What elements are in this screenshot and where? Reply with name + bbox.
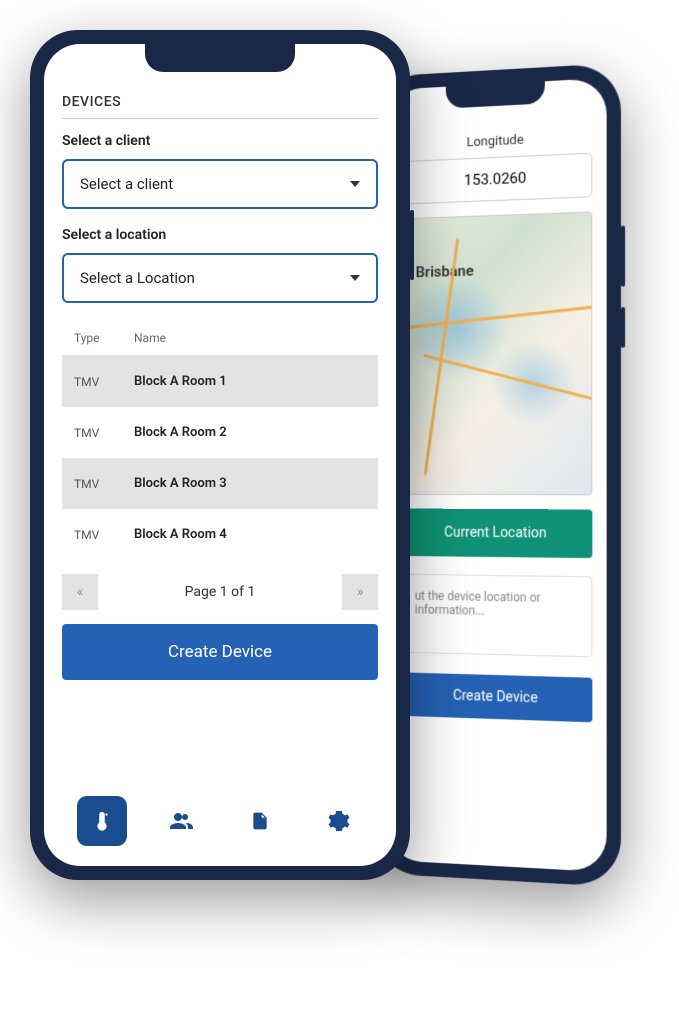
nav-documents[interactable] <box>235 796 285 846</box>
document-icon <box>250 809 270 833</box>
notes-textarea[interactable]: ut the device location or information... <box>400 574 592 658</box>
cell-name: Block A Room 2 <box>134 425 366 440</box>
bottom-nav <box>62 786 378 866</box>
longitude-label: Longitude <box>400 129 592 153</box>
table-row[interactable]: TMV Block A Room 3 <box>62 458 378 509</box>
page-title: DEVICES <box>62 94 378 119</box>
location-select-value: Select a Location <box>80 269 195 287</box>
page-indicator: Page 1 of 1 <box>185 584 256 600</box>
table-row[interactable]: TMV Block A Room 1 <box>62 356 378 407</box>
thermometer-icon <box>91 810 113 832</box>
client-select[interactable]: Select a client <box>62 159 378 209</box>
phone-secondary: Longitude 153.0260 Brisbane Current Loca… <box>373 63 621 887</box>
chevron-down-icon <box>350 181 360 187</box>
cell-type: TMV <box>74 477 134 491</box>
cell-name: Block A Room 4 <box>134 527 366 542</box>
client-label: Select a client <box>62 133 378 149</box>
phone-primary: DEVICES Select a client Select a client … <box>30 30 410 880</box>
location-select[interactable]: Select a Location <box>62 253 378 303</box>
phone-notch <box>145 44 295 72</box>
nav-devices[interactable] <box>77 796 127 846</box>
table-row[interactable]: TMV Block A Room 4 <box>62 509 378 560</box>
create-device-button-back[interactable]: Create Device <box>400 672 592 722</box>
prev-page-button[interactable]: « <box>62 574 98 610</box>
next-page-button[interactable]: » <box>342 574 378 610</box>
col-header-name: Name <box>134 331 366 345</box>
nav-settings[interactable] <box>314 796 364 846</box>
cell-type: TMV <box>74 528 134 542</box>
col-header-type: Type <box>74 331 134 345</box>
map-city-label: Brisbane <box>416 262 474 282</box>
longitude-input[interactable]: 153.0260 <box>400 153 592 205</box>
current-location-button[interactable]: Current Location <box>400 509 592 559</box>
table-header: Type Name <box>62 321 378 356</box>
chevron-down-icon <box>350 275 360 281</box>
gear-icon <box>327 809 351 833</box>
pagination: « Page 1 of 1 » <box>62 574 378 610</box>
users-icon <box>169 809 193 833</box>
cell-name: Block A Room 3 <box>134 476 366 491</box>
map-view[interactable]: Brisbane <box>400 211 592 495</box>
cell-name: Block A Room 1 <box>134 374 366 389</box>
table-row[interactable]: TMV Block A Room 2 <box>62 407 378 458</box>
location-label: Select a location <box>62 227 378 243</box>
create-device-button[interactable]: Create Device <box>62 624 378 680</box>
cell-type: TMV <box>74 375 134 389</box>
nav-users[interactable] <box>156 796 206 846</box>
client-select-value: Select a client <box>80 175 173 193</box>
cell-type: TMV <box>74 426 134 440</box>
